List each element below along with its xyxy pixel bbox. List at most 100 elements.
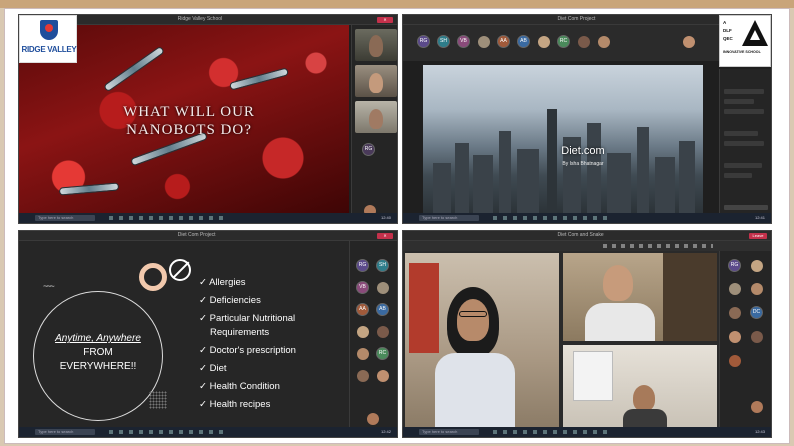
- participant-avatar[interactable]: SH: [437, 35, 450, 48]
- participant-rail: RG DC: [719, 251, 771, 427]
- dot-grid-decoration: [149, 391, 167, 409]
- participant-avatar[interactable]: [683, 36, 695, 48]
- checklist-label: Health Condition: [209, 381, 280, 392]
- nanobot-illustration: [103, 45, 165, 93]
- participant-avatar[interactable]: [377, 326, 389, 338]
- skyline-building: [679, 141, 695, 213]
- participant-avatar[interactable]: RG: [356, 259, 369, 272]
- participant-avatar[interactable]: [598, 36, 610, 48]
- glasses-icon: [459, 311, 487, 317]
- participant-video[interactable]: [355, 101, 397, 133]
- participant-avatar[interactable]: [751, 260, 763, 272]
- slide-title: WHAT WILL OUR NANOBOTS DO?: [79, 103, 299, 139]
- leave-button[interactable]: ✕: [377, 233, 393, 239]
- chat-message: [724, 99, 754, 104]
- participant-avatar[interactable]: [751, 283, 763, 295]
- participant-avatar[interactable]: RG: [362, 143, 375, 156]
- participant-face: [633, 385, 655, 411]
- checklist-item: ✓ Particular Nutritional: [199, 313, 295, 324]
- participant-avatar[interactable]: VB: [356, 281, 369, 294]
- top-band: [0, 0, 794, 8]
- window-titlebar: Diet Com Project ✕: [19, 231, 397, 241]
- participant-body: [623, 409, 667, 429]
- participant-avatar[interactable]: AB: [517, 35, 530, 48]
- participant-rail: RG SH VB AA AB RC: [349, 241, 397, 427]
- slogan-line-1: Anytime, Anywhere: [55, 333, 141, 344]
- slogan-line-2: FROM: [83, 347, 113, 358]
- taskbar-clock: 12:41: [754, 215, 765, 220]
- checklist-label: Diet: [209, 363, 227, 374]
- skyline-building: [499, 131, 511, 213]
- participant-avatar[interactable]: SH: [376, 259, 389, 272]
- participant-avatar[interactable]: AA: [497, 35, 510, 48]
- participant-avatar[interactable]: [729, 307, 741, 319]
- video-tile-large[interactable]: [405, 253, 559, 429]
- leave-button[interactable]: Leave: [749, 233, 767, 239]
- chat-message: [724, 131, 758, 136]
- windows-taskbar: Type here to search 12:41: [403, 213, 771, 223]
- checklist-item: ✓ Deficiencies: [199, 295, 261, 306]
- window-title: Diet Com and Snake: [557, 232, 604, 238]
- check-icon: ✓: [199, 399, 207, 410]
- participant-video[interactable]: [355, 29, 397, 61]
- participant-avatar[interactable]: [578, 36, 590, 48]
- participant-avatar[interactable]: RC: [376, 347, 389, 360]
- participant-avatar[interactable]: [729, 331, 741, 343]
- taskbar-search[interactable]: Type here to search: [419, 215, 479, 221]
- participant-figure: [369, 35, 383, 57]
- participant-avatar[interactable]: VB: [457, 35, 470, 48]
- participant-avatar[interactable]: DC: [750, 306, 763, 319]
- logo-line: A: [723, 20, 727, 25]
- bookshelf-decoration: [663, 253, 717, 341]
- participant-avatar[interactable]: [367, 413, 379, 425]
- ring-decoration: [139, 263, 167, 291]
- prohibition-icon: [169, 259, 191, 281]
- participant-avatar[interactable]: [377, 370, 389, 382]
- chat-input[interactable]: [724, 205, 768, 210]
- participant-avatar[interactable]: [478, 36, 490, 48]
- video-tile-top[interactable]: [563, 253, 717, 341]
- taskbar-icons[interactable]: [493, 216, 613, 220]
- taskbar-search[interactable]: Type here to search: [419, 429, 479, 435]
- participant-body: [435, 353, 515, 429]
- participant-avatar[interactable]: RC: [557, 35, 570, 48]
- taskbar-icons[interactable]: [493, 430, 613, 434]
- participant-avatar[interactable]: [377, 282, 389, 294]
- taskbar-icons[interactable]: [109, 430, 229, 434]
- participant-figure: [369, 109, 383, 129]
- checklist-label: Doctor's prescription: [209, 345, 296, 356]
- taskbar-icons[interactable]: [109, 216, 229, 220]
- participant-avatar[interactable]: AA: [356, 303, 369, 316]
- taskbar-search[interactable]: Type here to search: [35, 215, 95, 221]
- participant-avatar[interactable]: RG: [417, 35, 430, 48]
- checklist-label: Health recipes: [209, 399, 271, 410]
- check-icon: ✓: [199, 363, 207, 374]
- checklist-label: Allergies: [209, 277, 246, 288]
- participant-avatar[interactable]: [751, 331, 763, 343]
- participant-avatar[interactable]: [538, 36, 550, 48]
- participant-face: [457, 299, 489, 341]
- participant-figure: [369, 73, 383, 93]
- participant-avatar[interactable]: AB: [376, 303, 389, 316]
- window-decoration: [573, 351, 613, 401]
- leave-button[interactable]: ✕: [377, 17, 393, 23]
- participant-avatar[interactable]: [357, 370, 369, 382]
- taskbar-clock: 12:40: [380, 215, 391, 220]
- taskbar-search[interactable]: Type here to search: [35, 429, 95, 435]
- check-icon: ✓: [199, 381, 207, 392]
- participant-avatar[interactable]: [357, 326, 369, 338]
- participant-avatar[interactable]: [729, 283, 741, 295]
- participant-avatar[interactable]: [357, 348, 369, 360]
- toolbar-icons[interactable]: [603, 244, 713, 248]
- participant-video[interactable]: [355, 65, 397, 97]
- participant-avatar[interactable]: [729, 355, 741, 367]
- window-titlebar: Diet Com and Snake Leave: [403, 231, 771, 241]
- participant-strip: RG SH VB AA AB RC: [403, 25, 719, 61]
- chat-message: [724, 141, 764, 146]
- chat-message: [724, 173, 752, 178]
- video-tile-bottom[interactable]: [563, 345, 717, 429]
- nanobot-illustration: [58, 182, 120, 196]
- participant-avatar[interactable]: RG: [728, 259, 741, 272]
- checklist-label: Particular Nutritional: [209, 313, 296, 324]
- participant-avatar[interactable]: [751, 401, 763, 413]
